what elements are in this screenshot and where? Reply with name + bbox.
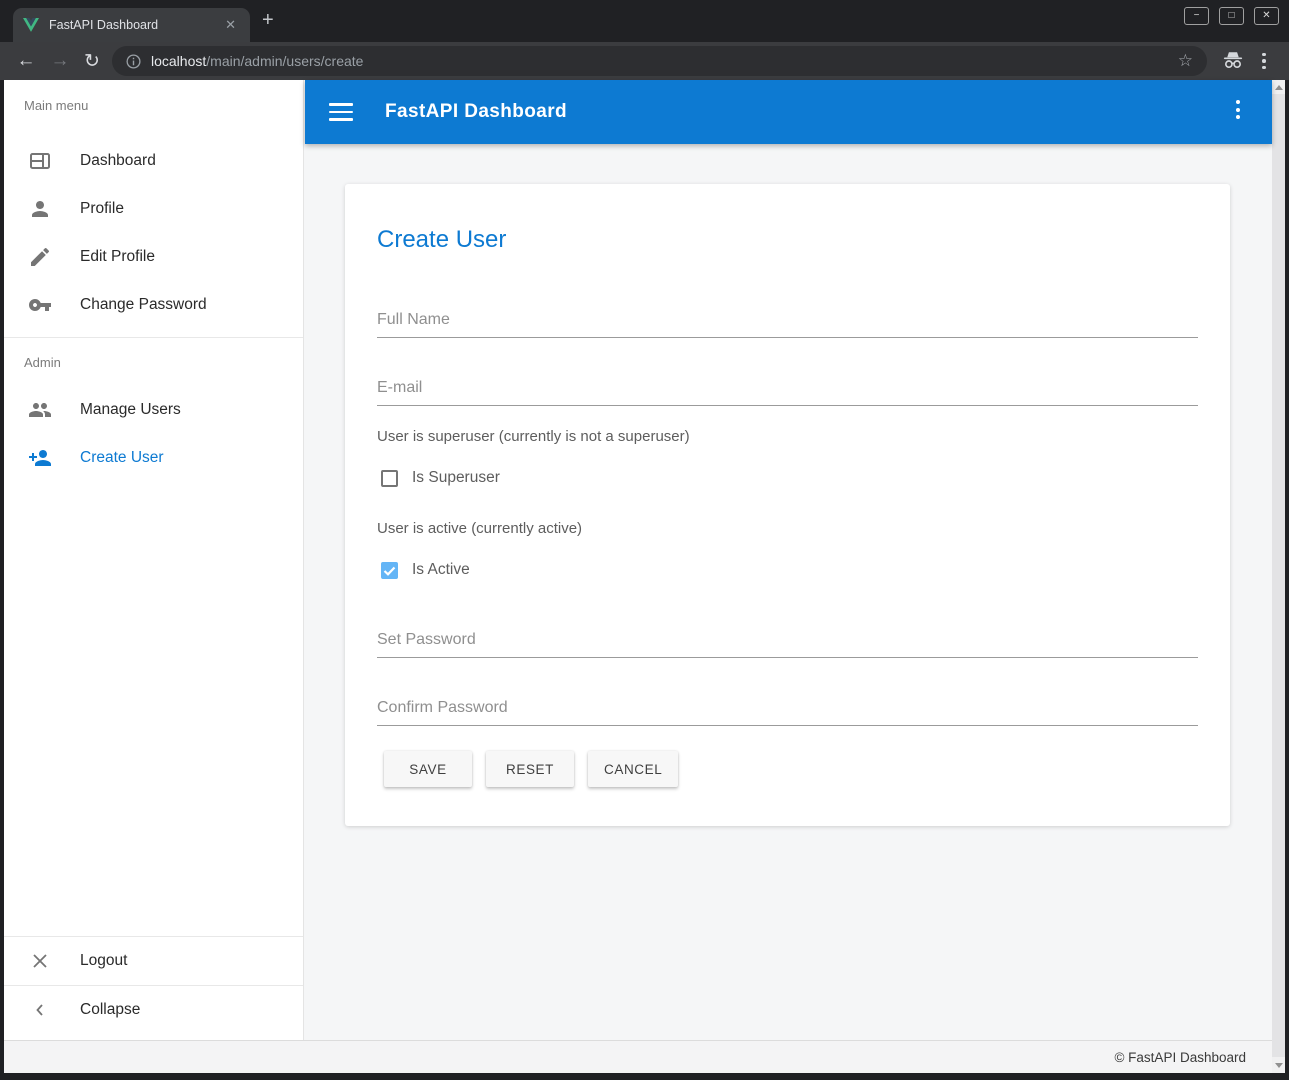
tab-close-icon[interactable]: ✕ bbox=[221, 17, 240, 33]
browser-toolbar: ← → ↻ localhost/main/admin/users/create … bbox=[0, 42, 1289, 80]
window-maximize-button[interactable]: □ bbox=[1219, 7, 1244, 25]
is-active-checkbox[interactable] bbox=[381, 562, 398, 579]
dashboard-icon bbox=[28, 149, 52, 173]
window-border bbox=[0, 1073, 1289, 1080]
vue-favicon-icon bbox=[23, 18, 39, 32]
reset-button[interactable]: RESET bbox=[486, 751, 574, 787]
vertical-scrollbar[interactable] bbox=[1272, 80, 1285, 1073]
sidebar-section-admin: Admin bbox=[24, 355, 61, 370]
sidebar-item-label: Create User bbox=[80, 449, 164, 467]
is-superuser-checkbox[interactable] bbox=[381, 470, 398, 487]
url-text: localhost/main/admin/users/create bbox=[151, 53, 1178, 69]
person-icon bbox=[28, 197, 52, 221]
people-icon bbox=[28, 398, 52, 422]
create-user-card: Create User User is superuser (currently… bbox=[345, 184, 1230, 826]
back-button[interactable]: ← bbox=[12, 42, 40, 80]
site-info-icon[interactable] bbox=[126, 54, 141, 69]
appbar-menu-icon[interactable] bbox=[1236, 100, 1240, 119]
sidebar-section-main-menu: Main menu bbox=[24, 98, 88, 113]
sidebar-item-create-user[interactable]: Create User bbox=[4, 434, 303, 482]
browser-tab[interactable]: FastAPI Dashboard ✕ bbox=[13, 8, 250, 42]
browser-window: FastAPI Dashboard ✕ + − □ ✕ ← → ↻ localh… bbox=[0, 0, 1289, 1080]
forward-button[interactable]: → bbox=[46, 42, 74, 80]
new-tab-button[interactable]: + bbox=[262, 9, 274, 32]
url-path: /main/admin/users/create bbox=[206, 53, 363, 69]
checkbox-label: Is Active bbox=[412, 561, 470, 579]
cancel-button[interactable]: CANCEL bbox=[588, 751, 678, 787]
sidebar-item-label: Profile bbox=[80, 200, 124, 218]
sidebar-item-profile[interactable]: Profile bbox=[4, 185, 303, 233]
reload-button[interactable]: ↻ bbox=[78, 42, 106, 80]
copyright-text: © FastAPI Dashboard bbox=[1114, 1050, 1246, 1065]
sidebar-item-label: Collapse bbox=[80, 1001, 140, 1019]
page-title: Create User bbox=[377, 226, 506, 254]
address-bar[interactable]: localhost/main/admin/users/create ☆ bbox=[112, 46, 1207, 76]
full-name-input[interactable] bbox=[377, 311, 1198, 338]
sidebar-item-label: Change Password bbox=[80, 296, 207, 314]
sidebar-item-label: Dashboard bbox=[80, 152, 156, 170]
scrollbar-up-arrow[interactable] bbox=[1275, 85, 1283, 90]
url-host: localhost bbox=[151, 53, 206, 69]
app-title: FastAPI Dashboard bbox=[385, 101, 567, 123]
sidebar-item-label: Manage Users bbox=[80, 401, 181, 419]
key-icon bbox=[28, 293, 52, 317]
browser-tab-strip: FastAPI Dashboard ✕ + − □ ✕ bbox=[0, 0, 1289, 42]
form-actions: SAVE RESET CANCEL bbox=[384, 751, 678, 787]
person-add-icon bbox=[28, 446, 52, 470]
is-active-row: Is Active bbox=[381, 561, 470, 579]
sidebar-divider bbox=[4, 337, 303, 338]
sidebar-item-label: Logout bbox=[80, 952, 127, 970]
sidebar: Main menu Dashboard Profile bbox=[4, 80, 304, 1040]
email-input[interactable] bbox=[377, 379, 1198, 406]
sidebar-item-logout[interactable]: Logout bbox=[4, 937, 303, 985]
active-hint: User is active (currently active) bbox=[377, 520, 582, 537]
sidebar-item-label: Edit Profile bbox=[80, 248, 155, 266]
checkbox-label: Is Superuser bbox=[412, 469, 500, 487]
confirm-password-input[interactable] bbox=[377, 699, 1198, 726]
is-superuser-row: Is Superuser bbox=[381, 469, 500, 487]
tab-title: FastAPI Dashboard bbox=[49, 18, 221, 32]
main-content: Create User User is superuser (currently… bbox=[305, 144, 1272, 1040]
scrollbar-thumb[interactable] bbox=[1272, 94, 1285, 1057]
sidebar-item-collapse[interactable]: Collapse bbox=[4, 986, 303, 1034]
chevron-left-icon bbox=[28, 998, 52, 1022]
app-bar: FastAPI Dashboard bbox=[305, 80, 1272, 144]
incognito-icon bbox=[1222, 50, 1244, 75]
hamburger-menu-icon[interactable] bbox=[329, 103, 353, 121]
scrollbar-down-arrow[interactable] bbox=[1275, 1063, 1283, 1068]
window-minimize-button[interactable]: − bbox=[1184, 7, 1209, 25]
sidebar-item-change-password[interactable]: Change Password bbox=[4, 281, 303, 329]
bookmark-star-icon[interactable]: ☆ bbox=[1178, 51, 1193, 71]
window-close-button[interactable]: ✕ bbox=[1254, 7, 1279, 25]
pencil-icon bbox=[28, 245, 52, 269]
page: Main menu Dashboard Profile bbox=[4, 80, 1285, 1073]
browser-menu-icon[interactable] bbox=[1254, 49, 1274, 73]
sidebar-item-manage-users[interactable]: Manage Users bbox=[4, 386, 303, 434]
sidebar-item-dashboard[interactable]: Dashboard bbox=[4, 137, 303, 185]
sidebar-item-edit-profile[interactable]: Edit Profile bbox=[4, 233, 303, 281]
footer: © FastAPI Dashboard bbox=[4, 1040, 1272, 1073]
close-x-icon bbox=[28, 949, 52, 973]
superuser-hint: User is superuser (currently is not a su… bbox=[377, 428, 690, 445]
save-button[interactable]: SAVE bbox=[384, 751, 472, 787]
set-password-input[interactable] bbox=[377, 631, 1198, 658]
